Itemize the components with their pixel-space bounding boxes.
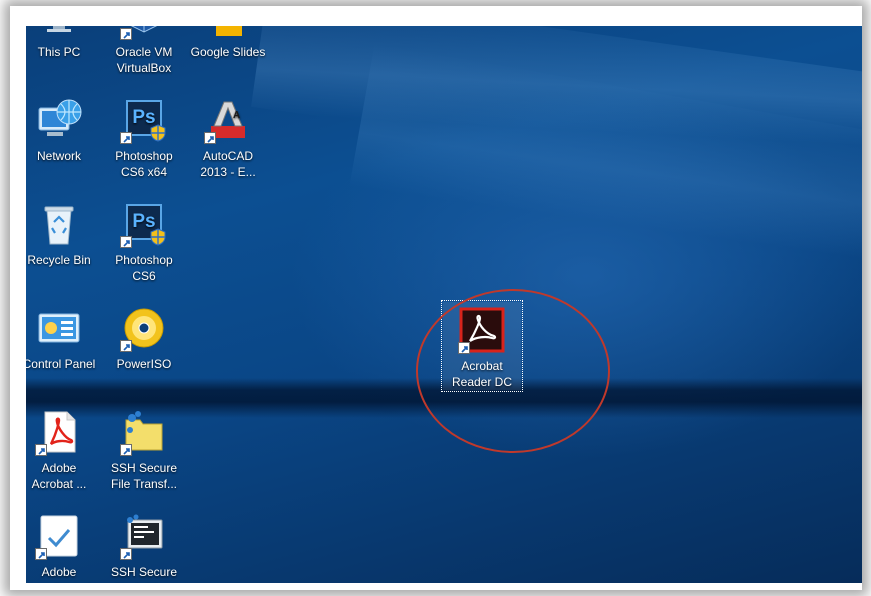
highlight-circle [416,289,610,453]
icon-label: Adobe Acrobat ... [31,461,87,491]
adobe-app-icon [35,512,83,560]
computer-icon [35,26,83,40]
desktop-icon-this-pc[interactable]: This PC [26,26,98,60]
desktop[interactable]: This PC Network Recycle Bin Control Pane… [26,26,862,583]
shortcut-arrow-icon [120,132,132,144]
icon-label: AutoCAD 2013 - E... [200,149,256,179]
virtualbox-icon [120,26,168,40]
desktop-icon-autocad[interactable]: A AutoCAD 2013 - E... [189,96,267,180]
icon-label: SSH Secure Shell Client [110,565,178,583]
desktop-icon-control-panel[interactable]: Control Panel [26,304,98,372]
desktop-icon-adobe-acrobat[interactable]: Adobe Acrobat ... [26,408,98,492]
disc-icon [120,304,168,352]
desktop-icon-recycle-bin[interactable]: Recycle Bin [26,200,98,268]
desktop-icon-oracle-vm[interactable]: Oracle VM VirtualBox [105,26,183,76]
control-panel-icon [35,304,83,352]
shortcut-arrow-icon [120,340,132,352]
icon-label: Network [36,149,81,163]
icon-label: SSH Secure File Transf... [110,461,178,491]
desktop-icon-poweriso[interactable]: PowerISO [105,304,183,372]
google-slides-icon [204,26,252,40]
icon-label: Photoshop CS6 x64 [115,149,173,179]
ssh-shell-icon [120,512,168,560]
network-icon [35,96,83,144]
uac-shield-icon [150,124,166,142]
shortcut-arrow-icon [35,548,47,560]
svg-text:A: A [233,110,240,121]
autocad-icon: A [204,96,252,144]
icon-label: Photoshop CS6 [115,253,173,283]
icon-label: PowerISO [116,357,172,371]
shortcut-arrow-icon [120,444,132,456]
ssh-file-transfer-icon [120,408,168,456]
shortcut-arrow-icon [35,444,47,456]
icon-label: Recycle Bin [27,253,91,267]
icon-label: This PC [37,45,81,59]
shortcut-arrow-icon [120,28,132,40]
icon-label: Adobe App Central [27,565,90,583]
icon-label: Oracle VM VirtualBox [115,45,173,75]
desktop-icon-network[interactable]: Network [26,96,98,164]
desktop-icon-ssh-shell[interactable]: SSH Secure Shell Client [105,512,183,583]
desktop-icon-ssh-file[interactable]: SSH Secure File Transf... [105,408,183,492]
icon-label: Control Panel [26,357,96,371]
shortcut-arrow-icon [120,236,132,248]
desktop-icon-photoshop[interactable]: Ps Photoshop CS6 [105,200,183,284]
desktop-icon-adobe-app[interactable]: Adobe App Central [26,512,98,583]
recycle-bin-icon [35,200,83,248]
desktop-icon-google-slides[interactable]: Google Slides [189,26,267,60]
shortcut-arrow-icon [204,132,216,144]
uac-shield-icon [150,228,166,246]
icon-label: Google Slides [190,45,266,59]
desktop-icon-photoshop-x64[interactable]: Ps Photoshop CS6 x64 [105,96,183,180]
acrobat-icon [35,408,83,456]
photoshop-icon: Ps [120,96,168,144]
shortcut-arrow-icon [120,548,132,560]
photoshop-icon: Ps [120,200,168,248]
